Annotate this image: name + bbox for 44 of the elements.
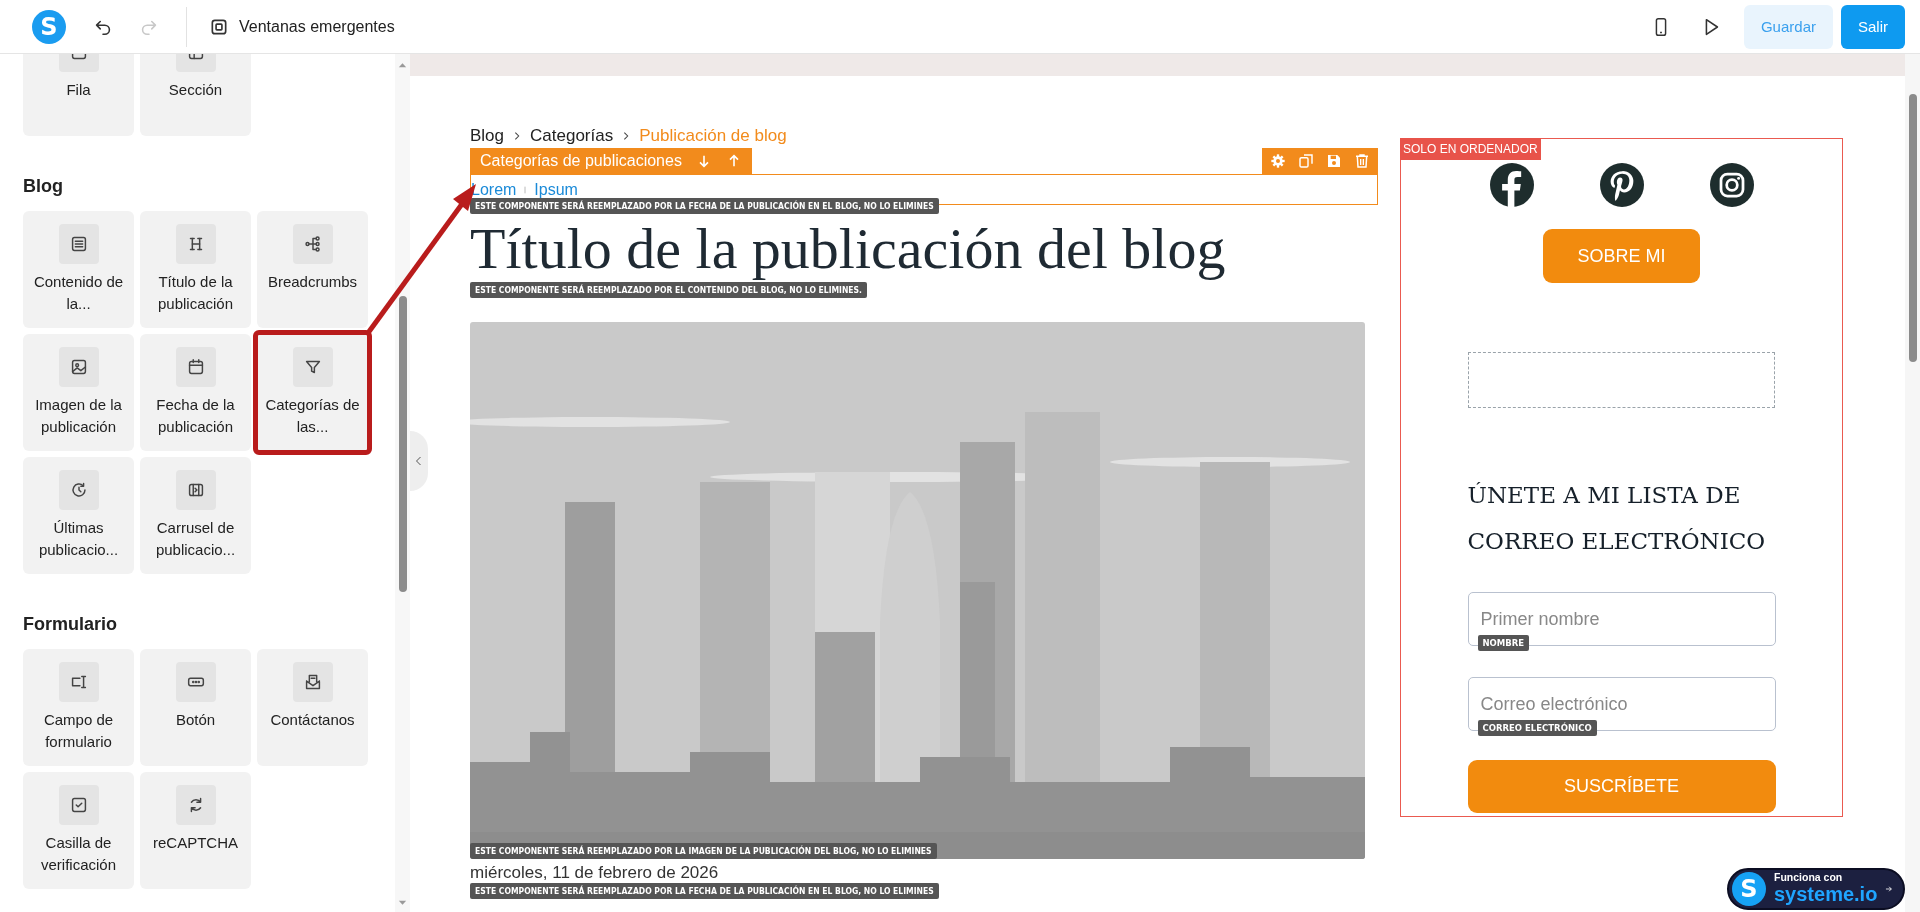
component-tile[interactable]: Campo de formulario [23, 649, 134, 766]
trash-icon[interactable] [1354, 153, 1370, 169]
component-tile[interactable]: Últimas publicacio... [23, 457, 134, 574]
component-tile[interactable]: Título de la publicación [140, 211, 251, 328]
component-tile[interactable]: Breadcrumbs [257, 211, 368, 328]
section-heading: Blog [23, 176, 64, 197]
scrollbar-thumb[interactable] [1909, 94, 1917, 362]
component-tile[interactable]: Sección [140, 54, 251, 136]
placeholder-notice: ESTE COMPONENTE SERÁ REEMPLAZADO POR LA IMAGEN DE LA PUBLICACIÓN DEL BLOG, NO LO ELIMINES [470, 843, 937, 859]
desktop-only-badge: SOLO EN ORDENADOR [1400, 138, 1541, 160]
field-tag: NOMBRE [1477, 635, 1530, 651]
placeholder-notice: ESTE COMPONENTE SERÁ REEMPLAZADO POR LA FECHA DE LA PUBLICACIÓN EN EL BLOG, NO LO ELIMINES [470, 883, 939, 899]
collapse-handle[interactable] [410, 431, 428, 491]
component-tile[interactable]: Fila [23, 54, 134, 136]
component-tile[interactable]: Botón [140, 649, 251, 766]
post-date: miércoles, 11 de febrero de 2026 [470, 863, 720, 883]
breadcrumb-link[interactable]: Categorías [530, 126, 614, 146]
settings-icon[interactable] [1270, 153, 1286, 169]
component-tile[interactable]: Imagen de la publicación [23, 334, 134, 451]
breadcrumb-link[interactable]: Blog [470, 126, 505, 146]
brand-name: systeme.io [1774, 882, 1878, 906]
component-tile[interactable]: Casilla de verificación [23, 772, 134, 889]
field-tag: CORREO ELECTRÓNICO [1477, 720, 1597, 736]
post-title: Título de la publicación del blog [470, 216, 1227, 282]
instagram-icon[interactable] [1709, 163, 1754, 207]
scrollbar-thumb[interactable] [399, 296, 407, 592]
component-tile[interactable]: Contenido de la... [23, 211, 134, 328]
facebook-icon[interactable] [1489, 163, 1534, 207]
component-tile[interactable]: Contáctanos [257, 649, 368, 766]
brand-logo: S [1732, 872, 1766, 906]
category-link[interactable]: Ipsum [534, 180, 578, 199]
signup-heading: ÚNETE A MI LISTA DE CORREO ELECTRÓNICO [1467, 481, 1767, 556]
toolbar-label: Categorías de publicaciones [480, 152, 682, 170]
section-heading: Formulario [23, 614, 118, 635]
component-tile[interactable]: Carrusel de publicacio... [140, 457, 251, 574]
placeholder-notice: ESTE COMPONENTE SERÁ REEMPLAZADO POR EL CONTENIDO DEL BLOG, NO LO ELIMINES. [470, 282, 867, 298]
pinterest-icon[interactable] [1599, 163, 1644, 207]
duplicate-icon[interactable] [1298, 153, 1314, 169]
component-tile[interactable]: Fecha de la publicación [140, 334, 251, 451]
powered-caption: Funciona con [1774, 872, 1844, 883]
save-icon[interactable] [1326, 153, 1342, 169]
component-tile[interactable]: reCAPTCHA [140, 772, 251, 889]
placeholder-notice: ESTE COMPONENTE SERÁ REEMPLAZADO POR LA FECHA DE LA PUBLICACIÓN EN EL BLOG, NO LO ELIMINES [470, 198, 939, 214]
page-title: Ventanas emergentes [239, 17, 395, 36]
